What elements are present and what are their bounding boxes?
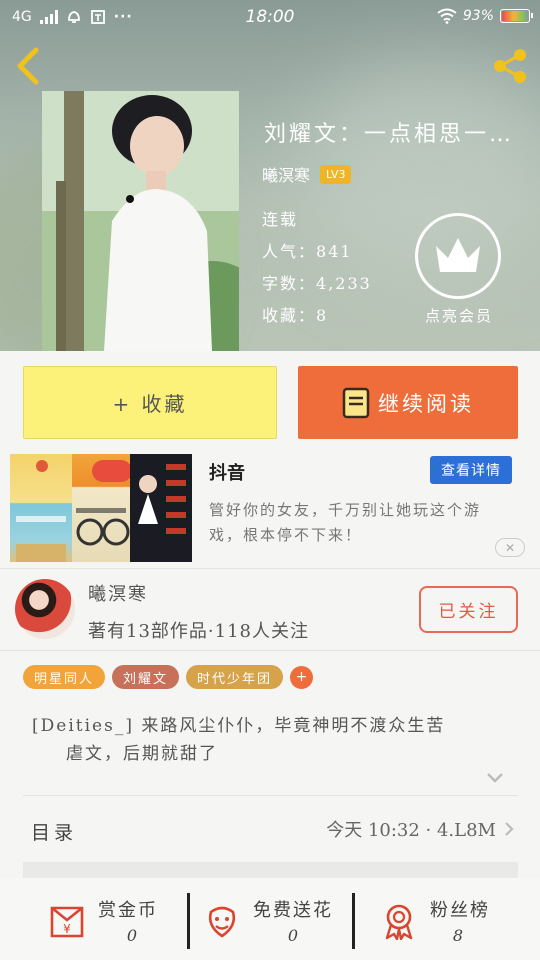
add-tag-button[interactable]: + xyxy=(290,665,314,689)
battery-percent: 93% xyxy=(462,8,494,24)
book-cover[interactable] xyxy=(42,91,239,351)
ad-description: 管好你的女友，千万别让她玩这个游戏，根本停不下来！ xyxy=(209,501,482,544)
free-flower-button[interactable]: 免费送花 0 xyxy=(203,892,343,952)
share-button[interactable] xyxy=(490,46,530,86)
status-bar: 4G ··· 18:00 93% xyxy=(0,0,540,34)
favorites-value: 8 xyxy=(316,306,329,325)
synopsis-line: [Deities_] 来路风尘仆仆，毕竟神明不渡众生苦 xyxy=(32,716,446,736)
popularity-value: 841 xyxy=(316,242,353,261)
close-icon: ✕ xyxy=(504,540,516,555)
cover-image xyxy=(42,91,239,351)
tag-item[interactable]: 时代少年团 xyxy=(186,665,284,689)
vip-button[interactable]: 点亮会员 xyxy=(415,213,503,326)
fan-ranking-count: 8 xyxy=(452,926,464,945)
level-badge: LV3 xyxy=(320,164,352,184)
book-author-line: 曦溟寒 LV3 xyxy=(262,162,352,186)
vip-label: 点亮会员 xyxy=(424,307,493,325)
toc-update-info: 今天 10:32 · 4.L8M xyxy=(326,820,496,841)
popularity-row: 人气：841 xyxy=(262,242,353,261)
reward-coins-count: 0 xyxy=(126,926,138,945)
flower-icon xyxy=(208,906,236,938)
favorites-row: 收藏：8 xyxy=(262,306,329,325)
chevron-right-icon xyxy=(505,822,514,836)
divider xyxy=(352,893,355,949)
synopsis[interactable]: [Deities_] 来路风尘仆仆，毕竟神明不渡众生苦 虐文，后期就甜了 xyxy=(32,712,502,768)
section-divider xyxy=(23,862,518,878)
ribbon-medal-icon xyxy=(385,904,413,940)
ad-image[interactable] xyxy=(10,454,192,562)
back-button[interactable] xyxy=(12,46,46,86)
word-count-value: 4,233 xyxy=(316,274,372,293)
reward-coins-button[interactable]: ¥ 赏金币 0 xyxy=(48,892,178,952)
battery-icon xyxy=(500,9,533,23)
book-icon xyxy=(342,387,370,418)
fan-ranking-button[interactable]: 粉丝榜 8 xyxy=(380,892,520,952)
tag-item[interactable]: 刘耀文 xyxy=(112,665,180,689)
book-title: 刘耀文：一点相思一… xyxy=(264,122,515,147)
tag-list: 明星同人 刘耀文 时代少年团 + xyxy=(23,665,314,689)
tag-item[interactable]: 明星同人 xyxy=(23,665,106,689)
free-flower-count: 0 xyxy=(287,926,299,945)
divider xyxy=(0,568,540,569)
continue-reading-label: 继续阅读 xyxy=(378,391,474,416)
divider xyxy=(187,893,190,949)
fan-ranking-label: 粉丝榜 xyxy=(430,900,490,921)
free-flower-label: 免费送花 xyxy=(253,900,333,921)
synopsis-line: 虐文，后期就甜了 xyxy=(66,744,218,764)
ad-detail-button[interactable]: 查看详情 xyxy=(430,456,512,484)
svg-text:¥: ¥ xyxy=(63,922,71,936)
table-of-contents-row[interactable]: 目录 今天 10:32 · 4.L8M xyxy=(23,795,518,859)
collect-button[interactable]: + 收藏 xyxy=(23,366,277,439)
chevron-left-icon xyxy=(17,47,39,85)
book-header: 4G ··· 18:00 93% 刘耀文：一点相思一… 曦溟寒 LV3 连载 人… xyxy=(0,0,540,351)
chevron-down-icon[interactable] xyxy=(486,772,504,784)
continue-reading-button[interactable]: 继续阅读 xyxy=(298,366,518,439)
divider xyxy=(0,650,540,651)
author-stats: 著有13部作品·118人关注 xyxy=(88,621,309,642)
ad-app-name: 抖音 xyxy=(209,463,245,484)
toc-label: 目录 xyxy=(31,822,78,844)
author-avatar[interactable] xyxy=(15,579,75,639)
word-count-row: 字数：4,233 xyxy=(262,274,372,293)
ad-close-button[interactable]: ✕ xyxy=(495,538,525,557)
book-status: 连载 xyxy=(262,210,299,229)
ad-banner[interactable]: 抖音 查看详情 管好你的女友，千万别让她玩这个游戏，根本停不下来！ ✕ xyxy=(0,454,540,564)
crown-icon xyxy=(436,238,480,272)
share-icon xyxy=(494,49,526,83)
wifi-icon xyxy=(437,8,457,24)
author-name[interactable]: 曦溟寒 xyxy=(88,580,148,606)
reward-coins-label: 赏金币 xyxy=(98,900,158,921)
follow-button[interactable]: 已关注 xyxy=(419,586,518,633)
coin-envelope-icon: ¥ xyxy=(50,906,84,938)
book-author[interactable]: 曦溟寒 xyxy=(262,162,310,186)
